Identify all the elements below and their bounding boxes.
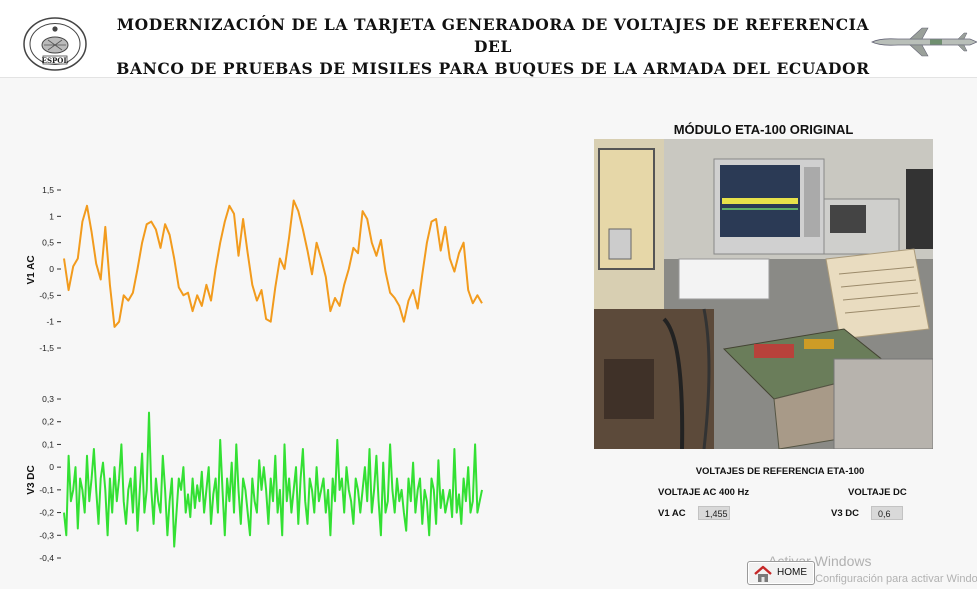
v1-ac-label: V1 AC <box>658 508 686 519</box>
ac-voltage-label: VOLTAJE AC 400 Hz <box>658 487 750 498</box>
eta-100-module-photo <box>594 139 933 449</box>
v1-ac-tick-label: 0 <box>49 264 54 274</box>
v1-ac-tick-label: -0,5 <box>39 290 54 300</box>
v3-dc-tick-label: -0,1 <box>39 485 54 495</box>
v3-dc-series-line <box>63 411 483 548</box>
windows-watermark-subtitle: Ve a Configuración para activar Windows. <box>790 573 977 585</box>
photo-title: MÓDULO ETA-100 ORIGINAL <box>673 122 854 137</box>
v3-dc-tick-label: -0,3 <box>39 530 54 540</box>
v3-dc-tick-label: 0 <box>49 462 54 472</box>
v3-dc-indicator: 0,6 <box>871 506 903 520</box>
title-line-2: BANCO DE PRUEBAS DE MISILES PARA BUQUES … <box>116 59 870 78</box>
reference-voltages-title: VOLTAJES DE REFERENCIA ETA-100 <box>695 466 865 477</box>
header-bar: ESPOL MODERNIZACIÓN DE LA TARJETA GENERA… <box>0 0 977 78</box>
v3-dc-tick-label: -0,4 <box>39 553 54 563</box>
page-title: MODERNIZACIÓN DE LA TARJETA GENERADORA D… <box>98 14 888 80</box>
home-button[interactable]: HOME <box>747 561 815 585</box>
v3-dc-tick-label: -0,2 <box>39 508 54 518</box>
v3-dc-axis-label: V3 DC <box>26 465 37 494</box>
home-icon <box>754 565 772 582</box>
v3-dc-tick-label: 0,2 <box>42 417 54 427</box>
v3-dc-tick-label: 0,3 <box>42 394 54 404</box>
v3-dc-label: V3 DC <box>831 508 859 519</box>
home-button-label: HOME <box>777 567 807 578</box>
v3-dc-tick-label: 0,1 <box>42 439 54 449</box>
v1-ac-axis-label: V1 AC <box>26 255 37 284</box>
v1-ac-tick-label: 1 <box>49 211 54 221</box>
v1-ac-tick-label: 1,5 <box>42 185 54 195</box>
v1-ac-tick-label: -1 <box>46 317 54 327</box>
v1-ac-tick-label: -1,5 <box>39 343 54 353</box>
v1-ac-chart: 1,5 1 0,5 0 -0,5 -1 -1,5 V1 AC <box>26 185 483 353</box>
v3-dc-chart: 0,3 0,2 0,1 0 -0,1 -0,2 -0,3 -0,4 V3 DC <box>26 394 483 563</box>
missile-image <box>871 27 977 57</box>
v1-ac-tick-label: 0,5 <box>42 238 54 248</box>
v1-ac-indicator: 1,455 <box>698 506 730 520</box>
title-line-1: MODERNIZACIÓN DE LA TARJETA GENERADORA D… <box>116 15 870 56</box>
espol-logo: ESPOL <box>23 17 87 71</box>
logo-text: ESPOL <box>42 56 69 65</box>
v1-ac-series-line <box>63 199 483 328</box>
dc-voltage-label: VOLTAJE DC <box>848 487 907 498</box>
